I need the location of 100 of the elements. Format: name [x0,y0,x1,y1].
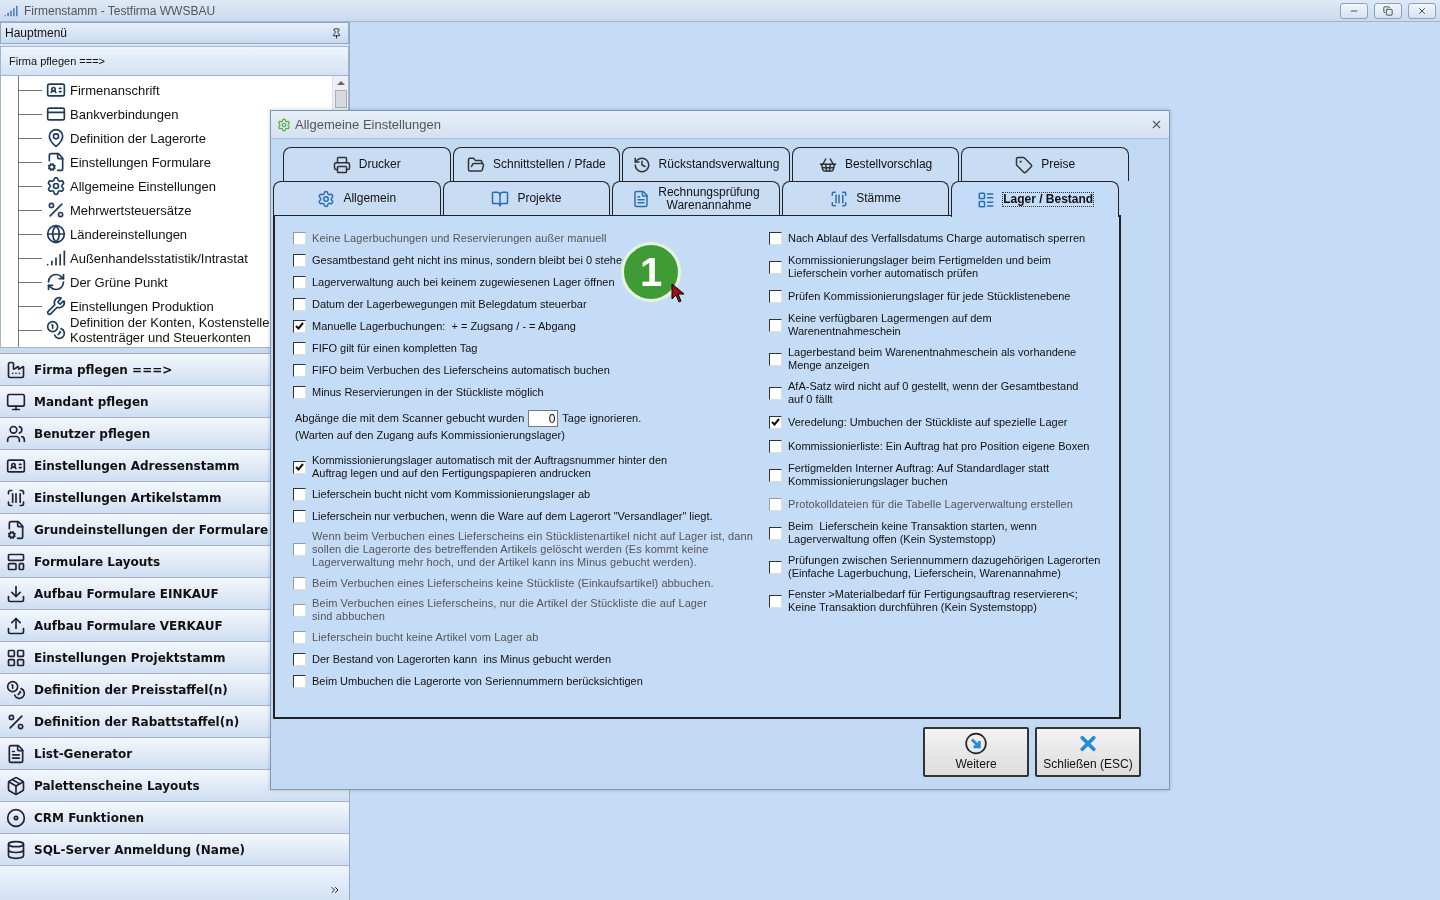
printer-icon [332,155,351,174]
tab[interactable]: Allgemein [273,181,441,215]
nav-button[interactable]: SQL-Server Anmeldung (Name) [0,834,349,866]
tree-item[interactable]: Ländereinstellungen [70,226,188,242]
mouse-cursor-icon [671,283,685,303]
more-button[interactable]: Weitere [923,727,1029,777]
checkbox[interactable] [293,509,306,523]
close-button[interactable] [1408,2,1436,19]
disc-icon [6,807,26,828]
option-label: FIFO gilt für einen kompletten Tag [312,341,478,355]
pin-icon [331,27,342,39]
tab[interactable]: Rückstandsverwaltung [622,147,790,181]
document-gear-icon [6,519,26,540]
tree-item[interactable]: Einstellungen Produktion [70,298,214,314]
window-title: Firmenstamm - Testfirma WWSBAU [24,3,217,18]
tab[interactable]: Preise [961,147,1129,181]
close-dialog-button[interactable]: Schließen (ESC) [1035,727,1141,777]
history-icon [632,155,651,174]
tab[interactable]: Projekte [442,181,611,215]
book-icon [491,189,510,208]
checkbox[interactable] [769,352,782,366]
scanner-icon [6,487,26,508]
checkbox[interactable] [293,460,306,474]
tree-item[interactable]: Außenhandelsstatistik/Intrastat [70,250,248,266]
tree-item[interactable]: Der Grüne Punkt [70,274,168,290]
tab[interactable]: Rechnungsprüfung Warenannahme [612,181,780,215]
checkbox[interactable] [293,674,306,688]
option-label: Nach Ablauf des Verfallsdatums Charge automatisch sperren [788,231,1086,245]
checkbox[interactable] [293,275,306,289]
checkbox[interactable] [293,253,306,267]
tab[interactable]: Stämme [781,181,950,215]
checkbox[interactable] [769,260,782,274]
checkbox[interactable] [293,363,306,377]
option-label: Lagerbestand beim Warenentnahmeschein als vorhandene Menge anzeigen [788,346,1077,372]
tree-item[interactable]: Allgemeine Einstellungen [70,178,216,194]
refresh-icon [46,272,66,292]
option-label: Fertigmelden Interner Auftrag: Auf Standardlager statt Kommissionierungslager buchen [788,462,1050,488]
option-label: Fenster >Materialbedarf für Fertigungsauftrag reservieren<; Keine Transaktion durchführen (Kein Systemstopp) [788,588,1078,614]
checkmark-icon [295,463,304,471]
tab[interactable]: Bestellvorschlag [791,147,960,181]
checkbox[interactable] [293,297,306,311]
folder-icon [467,155,485,174]
tab[interactable]: Schnittstellen / Pfade [452,147,621,181]
dialog-title: Allgemeine Einstellungen [295,117,442,132]
tree-item[interactable]: Definition der Konten, Kostenstelle Kostenträger und Steuerkonten [70,315,270,345]
restore-icon [1383,5,1393,16]
bank-card-icon [46,104,66,124]
database-icon [6,839,26,860]
bar-chart-icon [46,248,66,268]
restore-button[interactable] [1374,2,1402,19]
document-gear-icon [46,152,66,172]
option-label: Datum der Lagerbewegungen mit Belegdatum steuerbar [312,297,587,311]
checkbox[interactable] [769,560,782,574]
coins-icon [6,679,26,700]
tree-item[interactable]: Mehrwertsteuersätze [70,202,192,218]
option-label: Protokolldateien für die Tabelle Lagerverwaltung erstellen [788,497,1074,511]
checkbox[interactable] [769,386,782,400]
days-input[interactable]: 0 [528,410,559,427]
percent-icon [46,200,66,220]
gear-icon [46,176,66,196]
coins-icon [46,320,66,340]
tab[interactable]: Lager / Bestand [951,181,1119,217]
checkbox[interactable] [769,526,782,540]
tree-item[interactable]: Einstellungen Formulare [70,154,211,170]
checkbox[interactable] [293,385,306,399]
card-icon [46,80,66,100]
checkbox[interactable] [293,652,306,666]
checkbox[interactable] [293,319,306,333]
checkbox[interactable] [293,341,306,355]
option-label: Prüfungen zwischen Seriennummern dazugehörigen Lagerorten (Einfache Lagerbuchung, Lieferschein, Warenannahme) [788,554,1101,580]
checkmark-icon [771,418,780,426]
map-pin-icon [46,128,66,148]
section-header[interactable]: Firma pflegen ===> [0,46,349,76]
tree-item[interactable]: Definition der Lagerorte [70,130,206,146]
download-tray-icon [6,583,26,604]
checkmark-icon [295,322,304,330]
app-icon [277,117,291,132]
checkbox[interactable] [769,415,782,429]
tab[interactable]: Drucker [283,147,451,181]
close-icon [1417,5,1427,16]
checkbox[interactable] [769,468,782,482]
close-button[interactable] [1150,118,1163,131]
option-label: Kommissionierliste: Ein Auftrag hat pro Position eigene Boxen [788,439,1090,453]
users-icon [6,423,26,444]
checkbox[interactable] [769,318,782,332]
basket-icon [818,155,837,174]
checkbox[interactable] [769,439,782,453]
tree-item[interactable]: Firmenanschrift [70,82,160,98]
days-label: Tage ignorieren. [562,412,642,425]
checkbox[interactable] [769,289,782,303]
gear-icon [317,189,336,208]
arrow-circle-icon [962,732,990,755]
checkbox[interactable] [769,231,782,245]
checkbox[interactable] [769,594,782,608]
checkbox[interactable] [293,487,306,501]
nav-button[interactable]: CRM Funktionen [0,802,349,834]
sidebar-title: Hauptmenü [5,26,68,40]
tree-item[interactable]: Bankverbindungen [70,106,179,122]
upload-tray-icon [6,615,26,636]
wrench-icon [46,296,66,316]
